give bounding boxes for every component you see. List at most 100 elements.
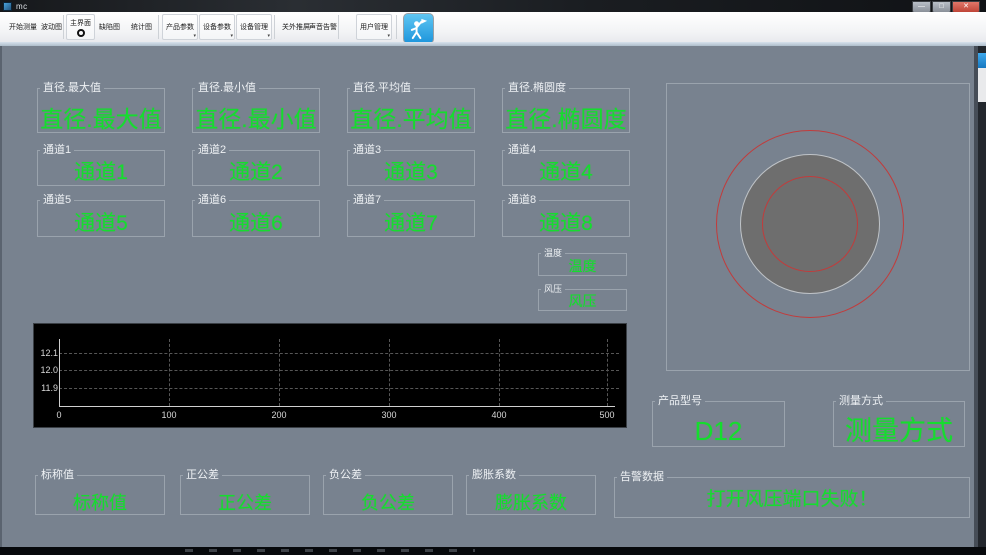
field-negative-tolerance: 负公差 负公差: [323, 468, 453, 515]
field-diameter-min: 直径.最小值 直径.最小值: [192, 81, 320, 133]
y-tick-label: 12.1: [40, 348, 58, 358]
field-diameter-ovality: 直径.椭圆度 直径.椭圆度: [502, 81, 630, 133]
titlebar[interactable]: mc — □ ✕: [0, 0, 986, 13]
field-label: 通道3: [350, 143, 385, 157]
field-label: 直径.平均值: [350, 81, 415, 95]
scrollbar-track[interactable]: [978, 68, 986, 102]
field-channel-2: 通道2 通道2: [192, 143, 320, 186]
field-alarm-data: 告警数据 打开风压端口失败！: [614, 470, 970, 518]
toolbar-separator: [396, 15, 397, 39]
h-gridline: [59, 388, 619, 389]
field-temperature: 温度 温度: [538, 247, 627, 276]
field-product-model: 产品型号 D12: [652, 394, 785, 447]
y-tick-label: 11.9: [41, 383, 58, 393]
toolbar: 开始测量 波动图 主界面 缺陷图 统计图 产品参数 ▾ 设备参数 ▾ 设备管理 …: [0, 12, 986, 44]
field-value: 直径.最大值: [40, 105, 162, 132]
field-label: 通道4: [505, 143, 540, 157]
field-label: 通道7: [350, 193, 385, 207]
field-value: 风压: [568, 293, 597, 310]
user-manage-button[interactable]: 用户管理 ▾: [356, 14, 392, 40]
field-value: 通道1: [74, 160, 128, 184]
x-axis: [59, 406, 615, 407]
field-label: 风压: [541, 283, 566, 295]
field-label: 通道5: [40, 193, 75, 207]
field-value: 膨胀系数: [495, 493, 567, 514]
device-manage-label: 设备管理: [240, 24, 268, 31]
field-label: 直径.椭圆度: [505, 81, 570, 95]
scrollbar-thumb[interactable]: [978, 53, 986, 68]
v-gridline: [279, 339, 280, 406]
x-tick-label: 200: [271, 410, 287, 420]
field-value: 温度: [568, 258, 597, 275]
toolbar-separator: [63, 15, 64, 39]
main-screen-label: 主界面: [70, 19, 91, 27]
sound-alarm-button[interactable]: 声音告警: [306, 14, 340, 40]
statistics-chart-button[interactable]: 统计图: [128, 14, 155, 40]
field-label: 膨胀系数: [469, 468, 519, 482]
dropdown-arrow-icon: ▾: [193, 33, 196, 39]
field-value: 通道8: [539, 211, 593, 235]
field-label: 测量方式: [836, 394, 886, 408]
scrollbar: [978, 46, 986, 547]
field-value: 测量方式: [845, 415, 953, 446]
h-gridline: [59, 353, 619, 354]
field-channel-5: 通道5 通道5: [37, 193, 165, 237]
field-channel-8: 通道8 通道8: [502, 193, 630, 237]
field-value: 通道7: [384, 211, 438, 235]
field-label: 负公差: [326, 468, 365, 482]
v-gridline: [169, 339, 170, 406]
bottom-strip: [0, 547, 986, 555]
product-params-button[interactable]: 产品参数 ▾: [162, 14, 198, 40]
field-channel-7: 通道7 通道7: [347, 193, 475, 237]
field-label: 通道2: [195, 143, 230, 157]
fluctuation-chart-button[interactable]: 波动图: [38, 14, 65, 40]
field-channel-4: 通道4 通道4: [502, 143, 630, 186]
field-label: 产品型号: [655, 394, 705, 408]
field-value: 负公差: [361, 493, 415, 514]
record-indicator-icon: [76, 28, 85, 37]
tolerance-inner-ring: [762, 176, 858, 272]
field-value: 通道6: [229, 211, 283, 235]
trend-chart: 12.1 12.0 11.9 0 100 200 300 400 500: [33, 323, 627, 428]
app-icon[interactable]: [403, 13, 434, 44]
user-manage-label: 用户管理: [360, 24, 388, 31]
dropdown-arrow-icon: ▾: [267, 33, 270, 39]
field-positive-tolerance: 正公差 正公差: [180, 468, 310, 515]
x-tick-label: 300: [381, 410, 397, 420]
field-measure-mode: 测量方式 测量方式: [833, 394, 965, 447]
main-screen-button[interactable]: 主界面: [66, 14, 95, 40]
x-tick-label: 100: [161, 410, 177, 420]
device-manage-button[interactable]: 设备管理 ▾: [236, 14, 272, 40]
cross-section-panel: [666, 83, 970, 371]
device-params-button[interactable]: 设备参数 ▾: [199, 14, 235, 40]
toolbar-separator: [274, 15, 275, 39]
y-axis: [59, 339, 60, 406]
field-channel-3: 通道3 通道3: [347, 143, 475, 186]
x-tick-label: 0: [56, 410, 62, 420]
alarm-message: 打开风压端口失败！: [706, 489, 878, 511]
field-value: D12: [694, 415, 743, 446]
field-value: 标称值: [73, 493, 127, 514]
field-nominal-value: 标称值 标称值: [35, 468, 165, 515]
field-value: 通道4: [539, 160, 593, 184]
dropdown-arrow-icon: ▾: [387, 33, 390, 39]
field-label: 正公差: [183, 468, 222, 482]
field-diameter-max: 直径.最大值 直径.最大值: [37, 81, 165, 133]
field-label: 通道1: [40, 143, 75, 157]
start-measure-button[interactable]: 开始测量: [6, 14, 40, 40]
x-tick-label: 500: [599, 410, 615, 420]
field-channel-6: 通道6 通道6: [192, 193, 320, 237]
field-value: 通道2: [229, 160, 283, 184]
v-gridline: [607, 339, 608, 406]
device-params-label: 设备参数: [203, 24, 231, 31]
y-tick-label: 12.0: [40, 365, 58, 375]
field-label: 直径.最大值: [40, 81, 105, 95]
field-pressure: 风压 风压: [538, 283, 627, 311]
field-label: 直径.最小值: [195, 81, 260, 95]
window-title: mc: [16, 1, 28, 11]
field-value: 正公差: [218, 493, 272, 514]
defect-chart-button[interactable]: 缺陷图: [96, 14, 123, 40]
app-window: mc — □ ✕ 开始测量 波动图 主界面 缺陷图 统计图 产品参数 ▾ 设备参…: [0, 0, 986, 555]
field-channel-1: 通道1 通道1: [37, 143, 165, 186]
v-gridline: [499, 339, 500, 406]
